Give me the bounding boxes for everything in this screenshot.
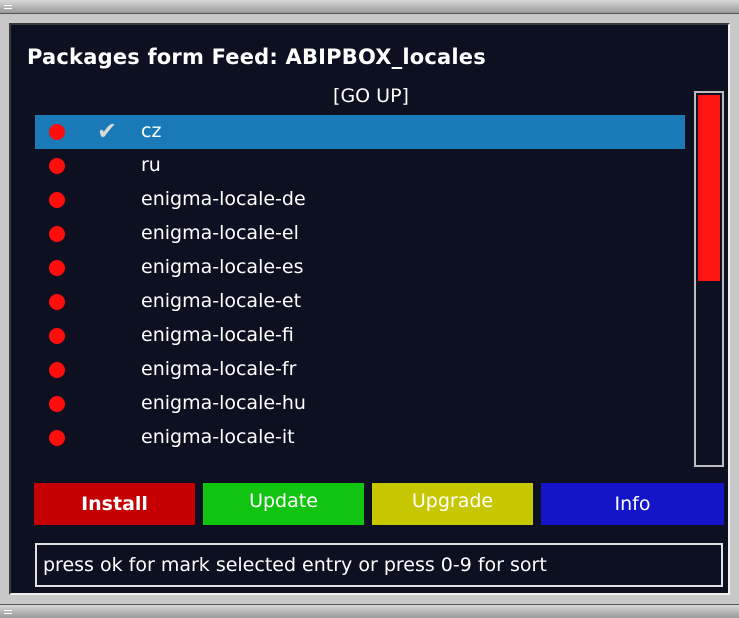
package-name: enigma-locale-hu	[141, 392, 306, 414]
package-row[interactable]: enigma-locale-hu	[35, 387, 685, 421]
package-row[interactable]: enigma-locale-fi	[35, 319, 685, 353]
scrollbar-thumb[interactable]	[698, 95, 720, 281]
window-top-frame	[0, 0, 739, 14]
install-button[interactable]: Install	[34, 483, 195, 525]
red-dot-icon	[49, 362, 65, 378]
page-title: Packages form Feed: ABIPBOX_locales	[27, 45, 486, 69]
red-dot-icon	[49, 294, 65, 310]
upgrade-button[interactable]: Upgrade	[372, 483, 533, 525]
package-row[interactable]: ✔ cz	[35, 115, 685, 149]
package-row[interactable]: ru	[35, 149, 685, 183]
red-dot-icon	[49, 430, 65, 446]
package-name: enigma-locale-fi	[141, 324, 294, 346]
package-name: cz	[141, 120, 162, 142]
red-dot-icon	[49, 396, 65, 412]
package-row[interactable]: enigma-locale-et	[35, 285, 685, 319]
package-name: enigma-locale-es	[141, 256, 304, 278]
package-name: enigma-locale-it	[141, 426, 295, 448]
red-dot-icon	[49, 328, 65, 344]
package-row[interactable]: enigma-locale-de	[35, 183, 685, 217]
red-dot-icon	[49, 260, 65, 276]
grip-icon	[4, 610, 12, 614]
red-dot-icon	[49, 124, 65, 140]
red-dot-icon	[49, 226, 65, 242]
checkmark-icon: ✔	[97, 117, 118, 145]
package-row[interactable]: enigma-locale-fr	[35, 353, 685, 387]
package-list: ✔ cz ru enigma-locale-de enigma-locale-el eni…	[35, 115, 685, 455]
info-button[interactable]: Info	[541, 483, 724, 525]
red-dot-icon	[49, 158, 65, 174]
package-name: enigma-locale-fr	[141, 358, 297, 380]
window-bottom-frame	[0, 604, 739, 618]
package-row[interactable]: enigma-locale-es	[35, 251, 685, 285]
red-dot-icon	[49, 192, 65, 208]
package-name: ru	[141, 154, 161, 176]
update-button[interactable]: Update	[203, 483, 364, 525]
go-up-item[interactable]: [GO UP]	[301, 85, 441, 107]
grip-icon	[4, 5, 12, 9]
scrollbar[interactable]	[694, 91, 724, 467]
package-row[interactable]: enigma-locale-el	[35, 217, 685, 251]
package-row[interactable]: enigma-locale-it	[35, 421, 685, 455]
package-manager-window: Packages form Feed: ABIPBOX_locales [GO …	[0, 14, 739, 604]
package-name: enigma-locale-et	[141, 290, 302, 312]
hint-text: press ok for mark selected entry or pres…	[35, 543, 723, 587]
main-panel: Packages form Feed: ABIPBOX_locales [GO …	[9, 23, 730, 595]
package-name: enigma-locale-el	[141, 222, 299, 244]
package-name: enigma-locale-de	[141, 188, 306, 210]
